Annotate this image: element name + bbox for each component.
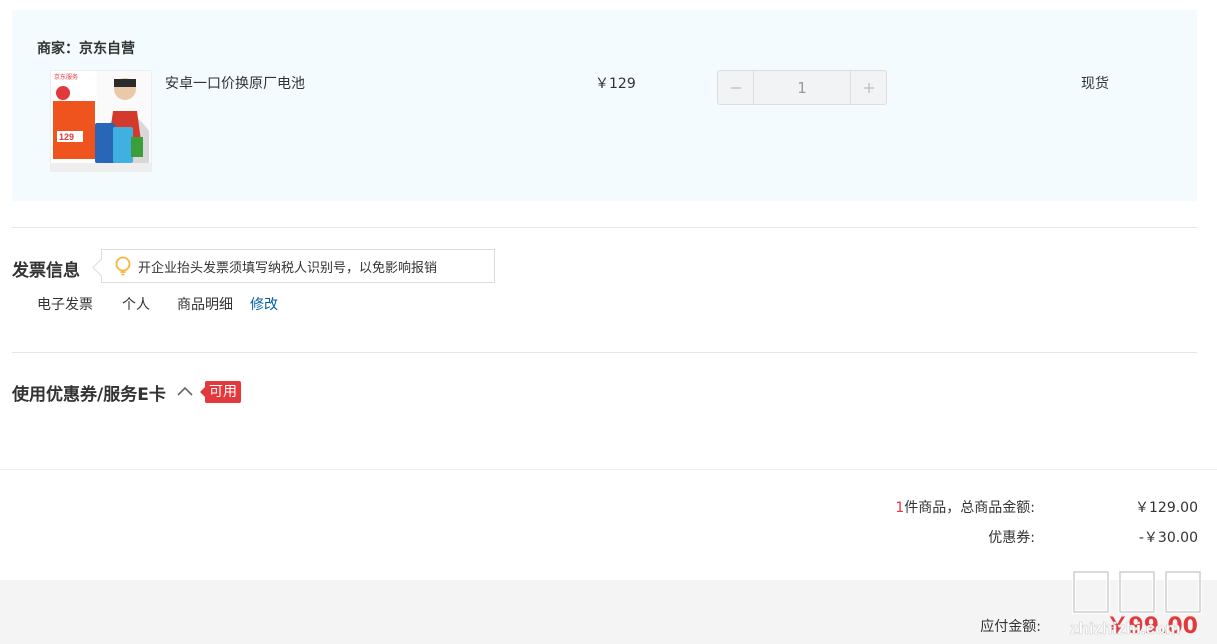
thumbnail-price-text: 129 bbox=[59, 132, 74, 142]
product-name[interactable]: 安卓一口价换原厂电池 bbox=[165, 73, 305, 93]
invoice-content: 商品明细 bbox=[177, 297, 233, 313]
coupon-section-title[interactable]: 使用优惠券/服务E卡 bbox=[12, 380, 166, 405]
coupon-label: 优惠券: bbox=[988, 530, 1035, 546]
watermark-logo: zhizhizhi.com bbox=[1070, 570, 1202, 638]
stock-status: 现货 bbox=[1081, 76, 1109, 92]
quantity-input[interactable]: 1 bbox=[754, 71, 850, 104]
quantity-stepper[interactable]: 1 bbox=[717, 70, 887, 105]
product-thumbnail[interactable]: 129 京东服务 bbox=[50, 70, 152, 172]
divider bbox=[12, 352, 1197, 353]
invoice-tip-text: 开企业抬头发票须填写纳税人识别号，以免影响报销 bbox=[138, 260, 438, 276]
divider bbox=[12, 227, 1197, 228]
item-count-suffix: 件商品，总商品金额: bbox=[904, 500, 1035, 516]
merchant-panel: 商家：京东自营 129 京东服务 安卓一口价换原厂电池 ￥129 1 现货 bbox=[12, 10, 1197, 201]
item-count-label: 1件商品，总商品金额: bbox=[895, 497, 1035, 517]
watermark-text: zhizhizhi.com bbox=[1070, 619, 1181, 638]
invoice-holder: 个人 bbox=[122, 297, 150, 313]
minus-icon bbox=[730, 86, 741, 89]
thumbnail-brand-text: 京东服务 bbox=[54, 73, 78, 81]
payment-bar: 应付金额: ￥99.00 bbox=[0, 580, 1217, 644]
payable-label: 应付金额: bbox=[980, 619, 1041, 635]
coupon-discount: -￥30.00 bbox=[1138, 530, 1198, 546]
divider bbox=[0, 469, 1217, 470]
total-amount: ￥129.00 bbox=[1135, 500, 1198, 516]
chevron-up-icon[interactable] bbox=[176, 384, 194, 398]
product-price: ￥129 bbox=[595, 76, 636, 92]
invoice-edit-link[interactable]: 修改 bbox=[250, 294, 278, 314]
coupon-available-badge: 可用 bbox=[200, 381, 241, 403]
increase-button[interactable] bbox=[850, 71, 886, 104]
invoice-section-title: 发票信息 bbox=[12, 261, 80, 281]
plus-icon bbox=[863, 82, 874, 93]
decrease-button[interactable] bbox=[718, 71, 754, 104]
item-count: 1 bbox=[895, 500, 905, 516]
invoice-tip: 开企业抬头发票须填写纳税人识别号，以免影响报销 bbox=[101, 249, 495, 283]
merchant-title: 商家：京东自营 bbox=[37, 41, 135, 57]
invoice-type: 电子发票 bbox=[37, 297, 93, 313]
lightbulb-icon bbox=[115, 256, 131, 276]
